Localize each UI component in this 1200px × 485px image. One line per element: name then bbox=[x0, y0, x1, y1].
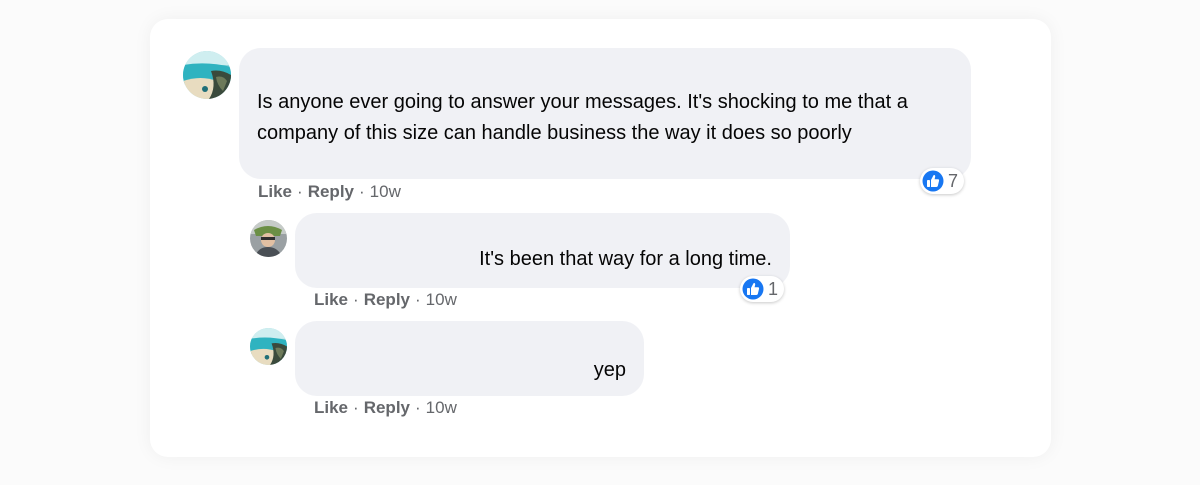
separator: · bbox=[415, 398, 421, 417]
separator: · bbox=[353, 290, 359, 309]
timestamp-link[interactable]: 10w bbox=[426, 398, 457, 417]
commenter-avatar[interactable] bbox=[183, 51, 231, 99]
comment-bubble: yep bbox=[295, 321, 644, 396]
reaction-count-text: 7 bbox=[948, 170, 959, 191]
thumbs-up-icon bbox=[922, 170, 944, 192]
person-photo-avatar-icon bbox=[250, 220, 287, 257]
reaction-count-text: 1 bbox=[768, 278, 779, 299]
comments-card: Is anyone ever going to answer your mess… bbox=[150, 19, 1051, 457]
reply-link[interactable]: Reply bbox=[364, 398, 410, 417]
reaction-count[interactable]: 1 bbox=[740, 276, 785, 302]
reaction-count[interactable]: 7 bbox=[920, 168, 965, 194]
comment-bubble: Is anyone ever going to answer your mess… bbox=[239, 48, 971, 179]
timestamp-link[interactable]: 10w bbox=[370, 182, 401, 201]
separator: · bbox=[297, 182, 303, 201]
like-link[interactable]: Like bbox=[314, 398, 348, 417]
commenter-avatar[interactable] bbox=[250, 328, 287, 365]
commenter-avatar[interactable] bbox=[250, 220, 287, 257]
beach-photo-avatar-icon bbox=[250, 328, 287, 365]
like-link[interactable]: Like bbox=[258, 182, 292, 201]
reply-link[interactable]: Reply bbox=[308, 182, 354, 201]
comment-actions: Like · Reply · 10w bbox=[314, 290, 457, 310]
separator: · bbox=[359, 182, 365, 201]
separator: · bbox=[353, 398, 359, 417]
beach-photo-avatar-icon bbox=[183, 51, 231, 99]
comment-text: yep bbox=[593, 359, 626, 381]
comment-text: Is anyone ever going to answer your mess… bbox=[257, 91, 908, 144]
comment-bubble: It's been that way for a long time. bbox=[295, 213, 790, 288]
timestamp-link[interactable]: 10w bbox=[426, 290, 457, 309]
like-link[interactable]: Like bbox=[314, 290, 348, 309]
comment-actions: Like · Reply · 10w bbox=[314, 398, 457, 418]
separator: · bbox=[415, 290, 421, 309]
comment-actions: Like · Reply · 10w bbox=[258, 182, 401, 202]
comment-text: It's been that way for a long time. bbox=[479, 248, 772, 270]
thumbs-up-icon bbox=[742, 278, 764, 300]
reply-link[interactable]: Reply bbox=[364, 290, 410, 309]
